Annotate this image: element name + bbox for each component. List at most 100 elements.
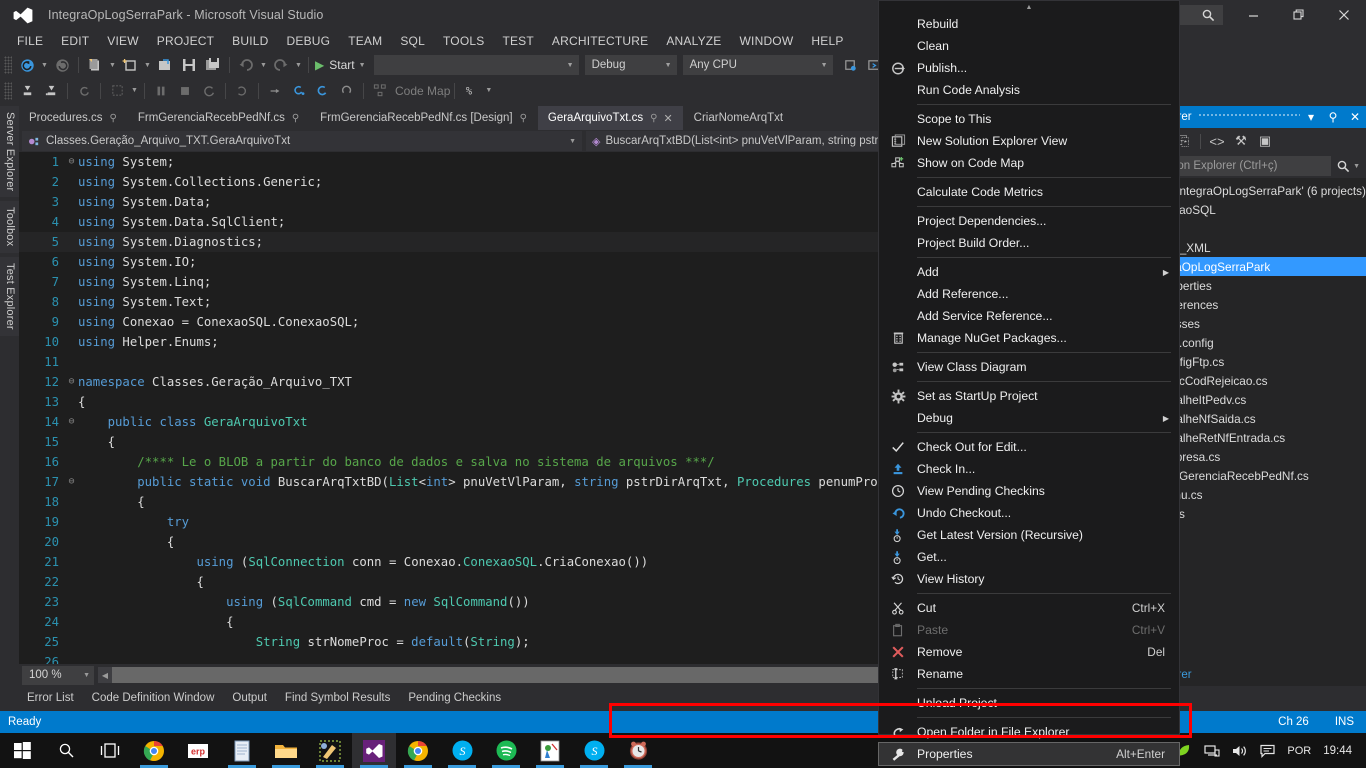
collapse-region-icon[interactable]: ⊖ <box>65 412 78 432</box>
skype-taskbar-item[interactable]: S <box>440 733 484 768</box>
search-button[interactable] <box>44 733 88 768</box>
clock-app-taskbar-item[interactable] <box>616 733 660 768</box>
save-all-icon[interactable] <box>201 54 225 76</box>
pin-icon[interactable]: ⚲ <box>292 113 299 124</box>
context-menu-item-add[interactable]: Add ▶ <box>879 261 1179 283</box>
menu-test[interactable]: TEST <box>493 32 542 50</box>
navigate-backward-icon[interactable] <box>15 54 39 76</box>
project-context-menu[interactable]: ▲ Rebuild Clean Publish... Run Code Analysi… <box>878 0 1180 766</box>
menu-sql[interactable]: SQL <box>391 32 434 50</box>
context-menu-item-get[interactable]: Get... <box>879 546 1179 568</box>
solution-configuration-selector[interactable]: Debug ▼ <box>584 55 677 75</box>
pin-icon[interactable]: ⚲ <box>1322 110 1344 124</box>
context-menu-item-open-folder-in-file-explorer[interactable]: Open Folder in File Explorer <box>879 721 1179 743</box>
tab-frmgerenciarecebpednf-cs[interactable]: FrmGerenciaRecebPedNf.cs ⚲ <box>127 106 311 130</box>
context-menu-item-check-in[interactable]: Check In... <box>879 458 1179 480</box>
context-menu-item-check-out-for-edit[interactable]: Check Out for Edit... <box>879 436 1179 458</box>
toolbar-grip[interactable] <box>4 56 12 74</box>
menu-project[interactable]: PROJECT <box>148 32 223 50</box>
spotify-taskbar-item[interactable] <box>484 733 528 768</box>
collapse-region-icon[interactable]: ⊖ <box>65 472 78 492</box>
preview-selected-items-icon[interactable]: ▣ <box>1253 130 1277 152</box>
context-menu-item-view-pending-checkins[interactable]: View Pending Checkins <box>879 480 1179 502</box>
context-menu-item-view-class-diagram[interactable]: View Class Diagram <box>879 356 1179 378</box>
file-explorer-taskbar-item[interactable] <box>264 733 308 768</box>
scroll-left-icon[interactable]: ◀ <box>98 671 112 680</box>
attach-to-process-icon[interactable] <box>839 54 863 76</box>
new-project-dropdown-icon[interactable]: ▼ <box>107 54 118 76</box>
task-view-button[interactable] <box>88 733 132 768</box>
context-menu-item-cut[interactable]: Cut Ctrl+X <box>879 597 1179 619</box>
action-center-icon[interactable] <box>1260 744 1275 758</box>
navigate-backward-dropdown-icon[interactable]: ▼ <box>39 54 50 76</box>
collapse-region-icon[interactable]: ⊖ <box>65 152 78 172</box>
tools-taskbar-item[interactable] <box>308 733 352 768</box>
context-menu-item-manage-nuget-packages[interactable]: Manage NuGet Packages... <box>879 327 1179 349</box>
chrome-window-taskbar-item[interactable] <box>396 733 440 768</box>
tab-geraarquivotxt-cs[interactable]: GeraArquivoTxt.cs ⚲ ✕ <box>537 106 684 130</box>
maximize-restore-button[interactable] <box>1276 0 1321 30</box>
solution-platform-selector[interactable]: Any CPU ▼ <box>682 55 833 75</box>
context-menu-item-properties[interactable]: Properties Alt+Enter <box>878 742 1180 766</box>
tab-find-symbol-results[interactable]: Find Symbol Results <box>276 688 399 710</box>
menu-window[interactable]: WINDOW <box>731 32 803 50</box>
text-editor-dropdown-icon[interactable]: ▼ <box>483 80 494 102</box>
view-code-icon[interactable]: <> <box>1205 130 1229 152</box>
close-button[interactable] <box>1321 0 1366 30</box>
tab-pending-checkins[interactable]: Pending Checkins <box>399 688 510 710</box>
start-debug-button[interactable]: ▶ Start <box>313 58 357 72</box>
pin-icon[interactable]: ⚲ <box>650 113 657 124</box>
tab-output[interactable]: Output <box>223 688 276 710</box>
sidebar-tab-server-explorer[interactable]: Server Explorer <box>0 106 19 198</box>
leaf-tray-icon-2[interactable] <box>1177 743 1192 758</box>
tab-procedures-cs[interactable]: Procedures.cs ⚲ <box>19 106 128 130</box>
step-over-icon[interactable] <box>311 80 335 102</box>
start-dropdown-icon[interactable]: ▼ <box>357 54 368 76</box>
context-menu-item-add-reference[interactable]: Add Reference... <box>879 283 1179 305</box>
save-icon[interactable] <box>177 54 201 76</box>
search-icon[interactable] <box>1337 160 1350 173</box>
context-menu-item-remove[interactable]: Remove Del <box>879 641 1179 663</box>
taskbar-clock[interactable]: 19:44 <box>1323 745 1352 757</box>
open-file-icon[interactable] <box>153 54 177 76</box>
step-over-all-icon[interactable] <box>39 80 63 102</box>
erp-taskbar-item[interactable]: erp <box>176 733 220 768</box>
context-menu-item-debug[interactable]: Debug ▶ <box>879 407 1179 429</box>
pin-icon[interactable]: ⚲ <box>110 113 117 124</box>
context-menu-item-calculate-code-metrics[interactable]: Calculate Code Metrics <box>879 181 1179 203</box>
tab-code-definition-window[interactable]: Code Definition Window <box>83 688 224 710</box>
panel-grip[interactable] <box>1197 106 1300 128</box>
context-menu-item-get-latest-version-recursive[interactable]: Get Latest Version (Recursive) <box>879 524 1179 546</box>
sidebar-tab-toolbox[interactable]: Toolbox <box>0 201 19 253</box>
context-menu-item-new-solution-explorer-view[interactable]: New Solution Explorer View <box>879 130 1179 152</box>
skype-business-taskbar-item[interactable]: S <box>572 733 616 768</box>
context-menu-item-run-code-analysis[interactable]: Run Code Analysis <box>879 79 1179 101</box>
menu-build[interactable]: BUILD <box>223 32 277 50</box>
new-project-icon[interactable] <box>83 54 107 76</box>
menu-debug[interactable]: DEBUG <box>278 32 340 50</box>
tab-frmgerenciarecebpednf-design[interactable]: FrmGerenciaRecebPedNf.cs [Design] ⚲ <box>310 106 538 130</box>
context-menu-item-view-history[interactable]: View History <box>879 568 1179 590</box>
menu-analyze[interactable]: ANALYZE <box>657 32 730 50</box>
collapse-region-icon[interactable]: ⊖ <box>65 372 78 392</box>
properties-icon[interactable]: ⚒ <box>1229 130 1253 152</box>
context-menu-item-publish[interactable]: Publish... <box>879 57 1179 79</box>
chevron-down-icon[interactable]: ▼ <box>1353 163 1360 170</box>
notepad-taskbar-item[interactable] <box>220 733 264 768</box>
menu-view[interactable]: VIEW <box>98 32 147 50</box>
step-into-all-icon[interactable] <box>15 80 39 102</box>
tab-error-list[interactable]: Error List <box>18 688 83 710</box>
context-menu-item-add-service-reference[interactable]: Add Service Reference... <box>879 305 1179 327</box>
tab-criarnomearqtxt[interactable]: CriarNomeArqTxt <box>683 106 795 130</box>
close-icon[interactable]: ✕ <box>1344 110 1366 124</box>
chrome-taskbar-item[interactable] <box>132 733 176 768</box>
zoom-level-selector[interactable]: 100 % ▼ <box>22 665 94 685</box>
menu-help[interactable]: HELP <box>802 32 852 50</box>
menu-architecture[interactable]: ARCHITECTURE <box>543 32 657 50</box>
step-into-icon[interactable] <box>287 80 311 102</box>
context-menu-item-clean[interactable]: Clean <box>879 35 1179 57</box>
menu-file[interactable]: FILE <box>8 32 52 50</box>
visual-studio-taskbar-item[interactable] <box>352 733 396 768</box>
minimize-button[interactable] <box>1231 0 1276 30</box>
context-menu-item-show-on-code-map[interactable]: Show on Code Map <box>879 152 1179 174</box>
